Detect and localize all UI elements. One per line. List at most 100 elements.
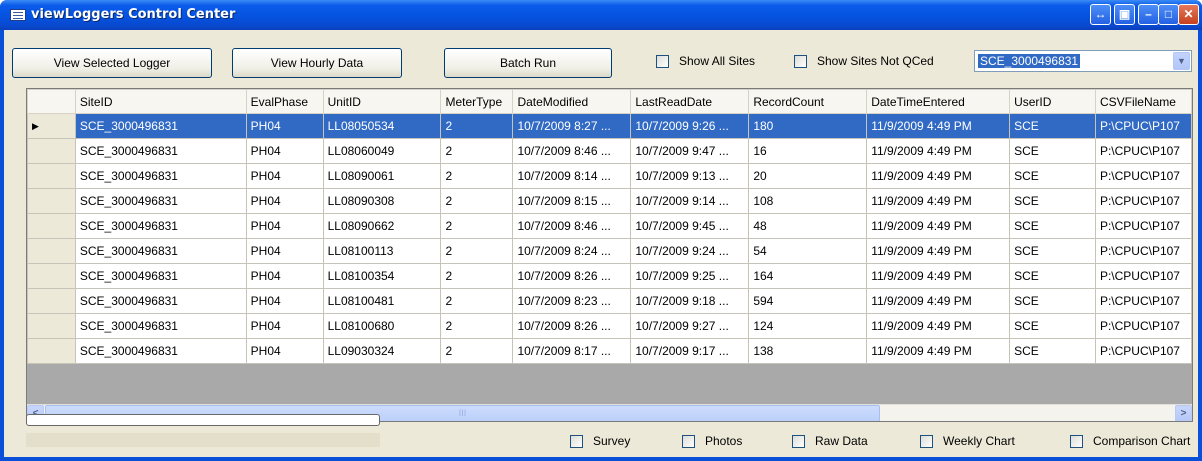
table-cell[interactable]: 11/9/2009 4:49 PM xyxy=(866,238,1011,264)
table-cell[interactable]: 54 xyxy=(748,238,868,264)
show-sites-not-qced-checkbox[interactable]: Show Sites Not QCed xyxy=(794,54,934,68)
table-cell[interactable]: 2 xyxy=(440,288,514,314)
table-row[interactable]: SCE_3000496831 PH04 LL08100481 2 10/7/2009 8… xyxy=(27,288,1192,314)
weekly-chart-checkbox[interactable]: Weekly Chart xyxy=(920,434,1015,448)
row-header[interactable] xyxy=(27,163,76,189)
table-cell[interactable]: 10/7/2009 8:27 ... xyxy=(512,113,632,139)
show-all-sites-checkbox[interactable]: Show All Sites xyxy=(656,54,755,68)
table-cell[interactable]: P:\CPUC\P107 xyxy=(1094,113,1192,139)
column-header-metertype[interactable]: MeterType xyxy=(440,89,514,114)
table-cell[interactable]: SCE xyxy=(1009,288,1096,314)
table-cell[interactable]: SCE xyxy=(1009,138,1096,164)
row-header[interactable] xyxy=(27,263,76,289)
table-cell[interactable]: SCE xyxy=(1009,213,1096,239)
table-cell[interactable]: SCE xyxy=(1009,163,1096,189)
table-cell[interactable]: 10/7/2009 8:24 ... xyxy=(512,238,632,264)
checkbox-box[interactable] xyxy=(920,434,933,448)
table-cell[interactable]: PH04 xyxy=(245,288,324,314)
table-cell[interactable]: 11/9/2009 4:49 PM xyxy=(866,288,1011,314)
table-cell[interactable]: SCE xyxy=(1009,238,1096,264)
table-cell[interactable]: 10/7/2009 8:23 ... xyxy=(512,288,632,314)
column-header-recordcount[interactable]: RecordCount xyxy=(748,89,868,114)
table-row[interactable]: SCE_3000496831 PH04 LL08090061 2 10/7/2009 8… xyxy=(27,163,1192,189)
table-cell[interactable]: 11/9/2009 4:49 PM xyxy=(866,113,1011,139)
table-cell[interactable]: 10/7/2009 9:26 ... xyxy=(630,113,750,139)
window-icon[interactable]: ▣ xyxy=(1114,4,1135,25)
table-cell[interactable]: 11/9/2009 4:49 PM xyxy=(866,313,1011,339)
table-cell[interactable]: PH04 xyxy=(245,213,324,239)
checkbox-box[interactable] xyxy=(682,434,695,448)
table-cell[interactable]: 10/7/2009 9:24 ... xyxy=(630,238,750,264)
chevron-down-icon[interactable]: ▼ xyxy=(1173,52,1190,70)
table-row[interactable]: SCE_3000496831 PH04 LL08100113 2 10/7/2009 8… xyxy=(27,238,1192,264)
table-row[interactable]: SCE_3000496831 PH04 LL08060049 2 10/7/2009 8… xyxy=(27,138,1192,164)
column-header-datemodified[interactable]: DateModified xyxy=(512,89,632,114)
table-cell[interactable]: 11/9/2009 4:49 PM xyxy=(866,188,1011,214)
table-cell[interactable]: 10/7/2009 9:17 ... xyxy=(630,338,750,364)
column-header-siteid[interactable]: SiteID xyxy=(74,89,247,114)
arrow-right-icon[interactable]: > xyxy=(1175,405,1192,421)
list-window-icon[interactable] xyxy=(10,9,26,21)
resize-arrows-icon[interactable]: ↔ xyxy=(1090,4,1111,25)
table-cell[interactable]: LL08090061 xyxy=(322,163,442,189)
table-cell[interactable]: 10/7/2009 9:14 ... xyxy=(630,188,750,214)
table-cell[interactable]: 10/7/2009 9:18 ... xyxy=(630,288,750,314)
table-cell[interactable]: SCE_3000496831 xyxy=(74,263,247,289)
table-cell[interactable]: 2 xyxy=(440,213,514,239)
table-cell[interactable]: 138 xyxy=(748,338,868,364)
table-cell[interactable]: LL08060049 xyxy=(322,138,442,164)
table-cell[interactable]: SCE_3000496831 xyxy=(74,213,247,239)
table-cell[interactable]: PH04 xyxy=(245,238,324,264)
table-cell[interactable]: 10/7/2009 8:15 ... xyxy=(512,188,632,214)
table-cell[interactable]: SCE_3000496831 xyxy=(74,338,247,364)
table-cell[interactable]: PH04 xyxy=(245,138,324,164)
table-cell[interactable]: 2 xyxy=(440,238,514,264)
table-cell[interactable]: LL08100354 xyxy=(322,263,442,289)
checkbox-box[interactable] xyxy=(656,54,669,68)
table-cell[interactable]: PH04 xyxy=(245,163,324,189)
table-cell[interactable]: P:\CPUC\P107 xyxy=(1094,288,1192,314)
table-cell[interactable]: 10/7/2009 8:14 ... xyxy=(512,163,632,189)
table-cell[interactable]: 10/7/2009 9:45 ... xyxy=(630,213,750,239)
row-header[interactable] xyxy=(27,188,76,214)
table-cell[interactable]: SCE xyxy=(1009,313,1096,339)
table-cell[interactable]: PH04 xyxy=(245,313,324,339)
table-cell[interactable]: SCE_3000496831 xyxy=(74,188,247,214)
table-cell[interactable]: LL09030324 xyxy=(322,338,442,364)
photos-checkbox[interactable]: Photos xyxy=(682,434,742,448)
table-cell[interactable]: P:\CPUC\P107 xyxy=(1094,238,1192,264)
table-cell[interactable]: LL08050534 xyxy=(322,113,442,139)
title-bar[interactable]: viewLoggers Control Center ↔ ▣ – □ ✕ xyxy=(0,0,1202,30)
table-cell[interactable]: 10/7/2009 8:46 ... xyxy=(512,138,632,164)
table-cell[interactable]: SCE xyxy=(1009,263,1096,289)
table-cell[interactable]: 2 xyxy=(440,113,514,139)
table-cell[interactable]: P:\CPUC\P107 xyxy=(1094,338,1192,364)
table-cell[interactable]: 10/7/2009 8:46 ... xyxy=(512,213,632,239)
column-header-lastreaddate[interactable]: LastReadDate xyxy=(630,89,750,114)
table-cell[interactable]: SCE xyxy=(1009,113,1096,139)
table-cell[interactable]: 48 xyxy=(748,213,868,239)
table-cell[interactable]: SCE_3000496831 xyxy=(74,113,247,139)
table-cell[interactable]: SCE xyxy=(1009,338,1096,364)
table-cell[interactable]: 108 xyxy=(748,188,868,214)
table-row[interactable]: SCE_3000496831 PH04 LL08090662 2 10/7/2009 8… xyxy=(27,213,1192,239)
close-button[interactable]: ✕ xyxy=(1178,4,1199,25)
column-header-unitid[interactable]: UnitID xyxy=(322,89,442,114)
table-cell[interactable]: 164 xyxy=(748,263,868,289)
table-cell[interactable]: P:\CPUC\P107 xyxy=(1094,188,1192,214)
row-header[interactable] xyxy=(27,338,76,364)
table-cell[interactable]: LL08090308 xyxy=(322,188,442,214)
row-header[interactable] xyxy=(27,213,76,239)
survey-checkbox[interactable]: Survey xyxy=(570,434,630,448)
table-cell[interactable]: PH04 xyxy=(245,338,324,364)
table-cell[interactable]: 594 xyxy=(748,288,868,314)
table-cell[interactable]: SCE_3000496831 xyxy=(74,138,247,164)
table-cell[interactable]: 2 xyxy=(440,338,514,364)
table-cell[interactable]: P:\CPUC\P107 xyxy=(1094,138,1192,164)
checkbox-box[interactable] xyxy=(570,434,583,448)
table-cell[interactable]: 11/9/2009 4:49 PM xyxy=(866,338,1011,364)
table-cell[interactable]: 180 xyxy=(748,113,868,139)
table-row[interactable]: SCE_3000496831 PH04 LL09030324 2 10/7/2009 8… xyxy=(27,338,1192,364)
table-cell[interactable]: P:\CPUC\P107 xyxy=(1094,313,1192,339)
table-cell[interactable]: 11/9/2009 4:49 PM xyxy=(866,263,1011,289)
